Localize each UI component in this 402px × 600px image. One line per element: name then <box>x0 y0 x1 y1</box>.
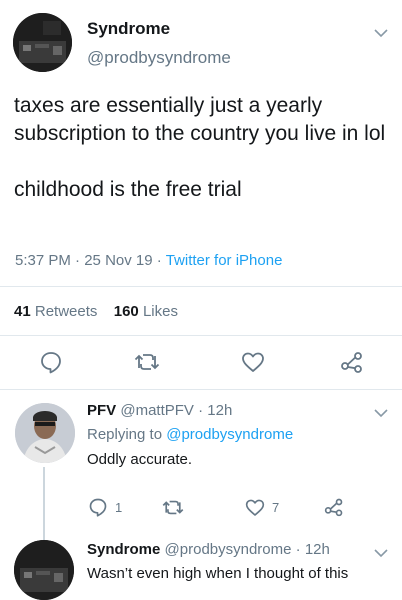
replying-to-link[interactable]: @prodbysyndrome <box>166 426 293 443</box>
like-label[interactable]: Likes <box>143 303 178 320</box>
avatar[interactable] <box>14 540 74 600</box>
reply-age: 12h <box>304 541 330 558</box>
tweet-meta: 5:37 PM · 25 Nov 19 · Twitter for iPhone <box>15 252 283 269</box>
reply-age: 12h <box>207 402 233 419</box>
thread-line <box>43 467 45 543</box>
reply-text: Oddly accurate. <box>87 451 193 468</box>
reply-icon[interactable] <box>39 350 63 379</box>
divider <box>0 335 402 336</box>
tweet-source-link[interactable]: Twitter for iPhone <box>166 252 283 269</box>
retweet-icon[interactable] <box>134 351 160 378</box>
like-icon[interactable] <box>241 351 265 378</box>
chevron-down-icon[interactable] <box>374 405 388 423</box>
tweet-stats: 41 Retweets 160 Likes <box>14 303 178 320</box>
like-icon[interactable] <box>245 498 265 522</box>
divider <box>0 286 402 287</box>
like-count: 7 <box>272 500 280 515</box>
tweet-time: 5:37 PM <box>15 252 71 269</box>
chevron-down-icon[interactable] <box>374 25 388 43</box>
reply-count: 1 <box>115 500 123 515</box>
user-handle[interactable]: @mattPFV <box>120 402 194 419</box>
like-count[interactable]: 160 <box>114 303 139 320</box>
display-name[interactable]: PFV <box>87 402 116 419</box>
chevron-down-icon[interactable] <box>374 545 388 563</box>
user-handle[interactable]: @prodbysyndrome <box>165 541 292 558</box>
avatar[interactable] <box>15 403 75 463</box>
retweet-label[interactable]: Retweets <box>35 303 98 320</box>
reply-header: PFV @mattPFV · 12h <box>87 402 233 419</box>
replying-to: Replying to @prodbysyndrome <box>87 426 294 443</box>
tweet-date: 25 Nov 19 <box>84 252 153 269</box>
share-icon[interactable] <box>324 497 344 522</box>
reply-header: Syndrome @prodbysyndrome · 12h <box>87 541 330 558</box>
retweet-count[interactable]: 41 <box>14 303 31 320</box>
reply-text: Wasn’t even high when I thought of this <box>87 565 349 582</box>
display-name[interactable]: Syndrome <box>87 541 160 558</box>
reply-icon[interactable] <box>88 497 108 522</box>
retweet-icon[interactable] <box>162 498 184 522</box>
share-icon[interactable] <box>340 350 364 379</box>
user-handle[interactable]: @prodbysyndrome <box>87 48 231 68</box>
tweet-text: taxes are essentially just a yearly subs… <box>14 94 386 201</box>
display-name[interactable]: Syndrome <box>87 19 170 39</box>
divider <box>0 389 402 390</box>
avatar[interactable] <box>13 13 72 72</box>
